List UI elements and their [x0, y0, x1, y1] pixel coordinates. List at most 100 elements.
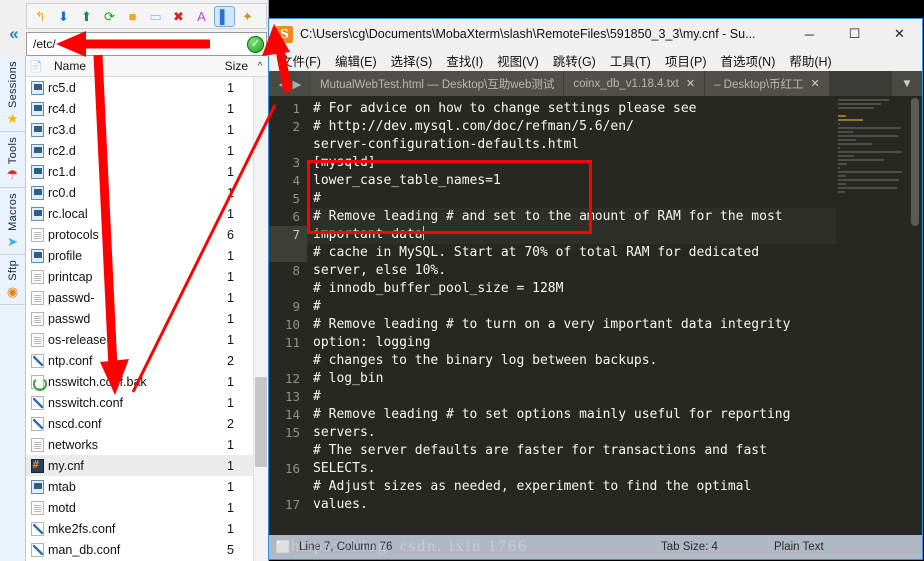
menu-view[interactable]: 视图(V)	[490, 51, 546, 70]
file-list[interactable]: rc5.d 1 rc4.d 1 rc3.d 1 rc2.d 1 rc1.d 1 rc0.d 1 rc.l…	[26, 77, 254, 561]
sidebar-tab-tools[interactable]: Tools ☂	[0, 132, 25, 189]
editor-vertical-scrollbar[interactable]	[908, 96, 922, 535]
file-row[interactable]: rc5.d 1	[26, 77, 254, 98]
minimize-button[interactable]: ─	[787, 19, 832, 49]
file-row[interactable]: nsswitch.conf.bak 1	[26, 371, 254, 392]
maximize-button[interactable]: ☐	[832, 19, 877, 49]
file-type-icon	[26, 248, 48, 263]
sidebar-tab-sessions[interactable]: Sessions ★	[0, 56, 25, 133]
file-row[interactable]: rc3.d 1	[26, 119, 254, 140]
file-row[interactable]: protocols 6	[26, 224, 254, 245]
editor-tab[interactable]: – Desktop\币红工 ✕	[705, 71, 830, 96]
sidebar-tab-sftp[interactable]: Sftp ◉	[0, 255, 25, 305]
file-row[interactable]: my.cnf 1	[26, 455, 254, 476]
menu-find[interactable]: 查找(I)	[439, 51, 490, 70]
new-folder-icon[interactable]: ■	[123, 7, 142, 26]
collapse-panel-icon[interactable]: «	[3, 24, 25, 44]
tab-next-icon[interactable]: ▶	[293, 77, 302, 91]
code-line[interactable]: [mysqld]	[307, 154, 836, 172]
sort-ascending-icon[interactable]: ^	[252, 61, 268, 72]
tab-size-setting[interactable]: Tab Size: 4	[661, 541, 718, 553]
file-size: 1	[227, 458, 234, 473]
file-row[interactable]: mke2fs.conf 1	[26, 518, 254, 539]
code-line[interactable]: # http://dev.mysql.com/doc/refman/5.6/en…	[307, 118, 836, 154]
file-list-scrollbar[interactable]	[253, 77, 268, 561]
code-line[interactable]: # cache in MySQL. Start at 70% of total …	[307, 244, 836, 280]
file-row[interactable]: rc0.d 1	[26, 182, 254, 203]
syntax-mode[interactable]: Plain Text	[774, 541, 824, 553]
editor-title-bar[interactable]: S C:\Users\cg\Documents\MobaXterm\slash\…	[269, 19, 922, 49]
file-row[interactable]: man_db.conf 5	[26, 539, 254, 560]
file-row[interactable]: printcap 1	[26, 266, 254, 287]
menu-help[interactable]: 帮助(H)	[782, 51, 838, 70]
tab-prev-icon[interactable]: ◀	[279, 77, 288, 91]
menu-edit[interactable]: 编辑(E)	[328, 51, 384, 70]
sidebar-tab-icon: ➤	[7, 234, 18, 250]
tab-close-icon[interactable]: ✕	[811, 77, 820, 90]
column-name[interactable]: Name	[46, 59, 208, 73]
magic-wand-icon[interactable]: ✦	[238, 7, 257, 26]
code-line[interactable]: #	[307, 298, 836, 316]
menu-project[interactable]: 项目(P)	[658, 51, 714, 70]
code-content[interactable]: # For advice on how to change settings p…	[307, 96, 836, 535]
text-mode-icon[interactable]: A	[192, 7, 211, 26]
menu-selection[interactable]: 选择(S)	[384, 51, 440, 70]
menu-goto[interactable]: 跳转(G)	[546, 51, 603, 70]
new-file-icon[interactable]: ▭	[146, 7, 165, 26]
file-size: 5	[227, 542, 234, 557]
download-icon[interactable]: ⬇	[54, 7, 73, 26]
file-row[interactable]: mtab 1	[26, 476, 254, 497]
code-line-text: #	[313, 299, 321, 314]
file-row[interactable]: nscd.conf 2	[26, 413, 254, 434]
go-up-folder-icon[interactable]: ↰	[31, 7, 50, 26]
file-row[interactable]: os-release 1	[26, 329, 254, 350]
remote-path-bar[interactable]: /etc/ ✓	[26, 32, 267, 56]
code-line[interactable]: # Remove leading # to set options mainly…	[307, 406, 836, 442]
code-line[interactable]: lower_case_table_names=1	[307, 172, 836, 190]
code-line[interactable]: # changes to the binary log between back…	[307, 352, 836, 370]
tab-nav-arrows[interactable]: ◀ ▶	[269, 71, 311, 96]
file-row[interactable]: ntp.conf 2	[26, 350, 254, 371]
close-button[interactable]: ✕	[877, 19, 922, 49]
toggle-pane-icon[interactable]: ▌	[214, 5, 235, 27]
column-size[interactable]: Size	[208, 59, 252, 73]
menu-preferences[interactable]: 首选项(N)	[714, 51, 783, 70]
menu-tools[interactable]: 工具(T)	[603, 51, 658, 70]
file-row[interactable]: networks 1	[26, 434, 254, 455]
file-row[interactable]: rc2.d 1	[26, 140, 254, 161]
file-row[interactable]: rc1.d 1	[26, 161, 254, 182]
code-line[interactable]: #	[307, 190, 836, 208]
scrollbar-thumb[interactable]	[255, 377, 267, 467]
refresh-icon[interactable]: ⟳	[100, 7, 119, 26]
file-row[interactable]: passwd 1	[26, 308, 254, 329]
sidebar-tab-macros[interactable]: Macros ➤	[0, 188, 25, 256]
path-go-icon[interactable]: ✓	[247, 35, 264, 53]
editor-scrollbar-thumb[interactable]	[911, 98, 919, 226]
code-line[interactable]: # Remove leading # and set to the amount…	[307, 208, 836, 244]
tab-close-icon[interactable]: ✕	[686, 77, 695, 90]
code-line[interactable]: # The server defaults are faster for tra…	[307, 442, 836, 478]
code-line[interactable]: #	[307, 388, 836, 406]
file-row[interactable]: motd 1	[26, 497, 254, 518]
code-line[interactable]: # log_bin	[307, 370, 836, 388]
code-editor-area[interactable]: 1 2 3 4 5 6 7 8 9 10 11 12 13 14 15 16 17 # For advice o…	[269, 96, 922, 535]
console-toggle-icon[interactable]: ⬜	[269, 540, 297, 554]
remote-path-input[interactable]: /etc/	[29, 37, 247, 51]
file-row[interactable]: profile 1	[26, 245, 254, 266]
file-row[interactable]: rc4.d 1	[26, 98, 254, 119]
code-line[interactable]: # For advice on how to change settings p…	[307, 100, 836, 118]
tab-overflow-icon[interactable]: ▼	[892, 71, 922, 96]
minimap[interactable]	[836, 96, 908, 535]
file-row[interactable]: passwd- 1	[26, 287, 254, 308]
menu-file[interactable]: 文件(F)	[273, 51, 328, 70]
file-row[interactable]: nsswitch.conf 1	[26, 392, 254, 413]
sidebar-tab-label: Sftp	[6, 260, 19, 281]
editor-tab[interactable]: MutualWebTest.html — Desktop\互助web测试	[311, 71, 565, 96]
code-line[interactable]: # Adjust sizes as needed, experiment to …	[307, 478, 836, 514]
editor-tab[interactable]: coinx_db_v1.18.4.txt ✕	[564, 71, 706, 96]
code-line[interactable]: # innodb_buffer_pool_size = 128M	[307, 280, 836, 298]
code-line[interactable]: # Remove leading # to turn on a very imp…	[307, 316, 836, 352]
delete-icon[interactable]: ✖	[169, 7, 188, 26]
file-row[interactable]: rc.local 1	[26, 203, 254, 224]
upload-icon[interactable]: ⬆	[77, 7, 96, 26]
